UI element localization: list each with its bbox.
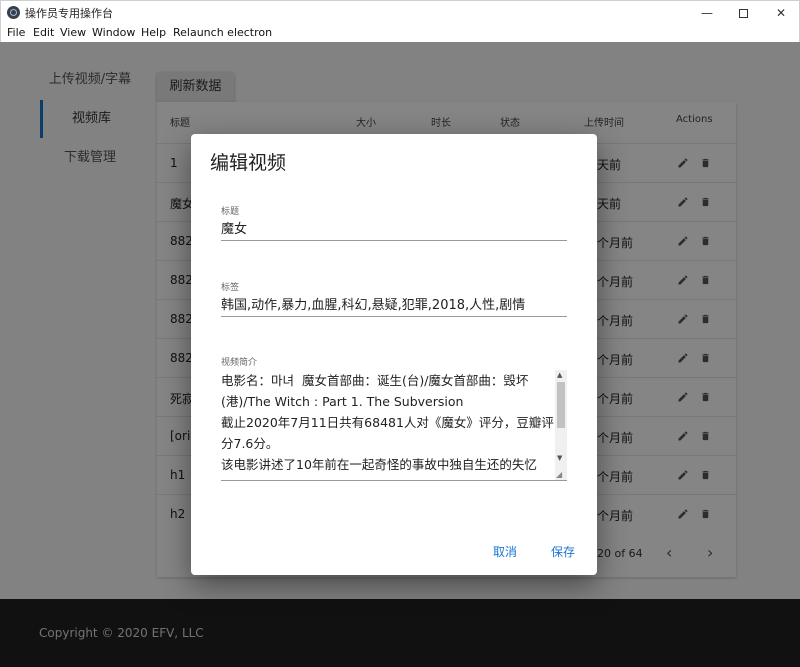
tags-input[interactable] xyxy=(221,293,567,317)
menu-relaunch-electron[interactable]: Relaunch electron xyxy=(173,26,272,39)
maximize-icon xyxy=(738,9,748,18)
scroll-down-arrow-icon[interactable]: ▼ xyxy=(557,454,562,462)
window-title: 操作员专用操作台 xyxy=(25,7,113,20)
resize-grip-icon[interactable]: ◢ xyxy=(556,470,562,479)
scrollbar-thumb[interactable] xyxy=(557,382,565,428)
menu-view[interactable]: View xyxy=(60,26,86,39)
close-button[interactable]: ✕ xyxy=(761,1,800,25)
description-textarea-wrapper: 电影名：마녀 魔女首部曲：诞生(台)/魔女首部曲：毁坏(港)/The Witch… xyxy=(221,370,567,481)
maximize-button[interactable] xyxy=(723,1,763,25)
menu-bar: File Edit View Window Help Relaunch elec… xyxy=(0,24,800,42)
title-field: 标题 xyxy=(221,204,567,241)
menu-file[interactable]: File xyxy=(7,26,25,39)
tags-field-label: 标签 xyxy=(221,283,240,293)
save-button[interactable]: 保存 xyxy=(551,543,575,560)
window-titlebar: 操作员专用操作台 — ✕ xyxy=(0,0,800,24)
tags-field: 标签 xyxy=(221,280,567,317)
description-field-label: 视频简介 xyxy=(221,358,258,368)
title-field-label: 标题 xyxy=(221,207,240,217)
menu-window[interactable]: Window xyxy=(92,26,135,39)
title-input[interactable] xyxy=(221,217,567,241)
dialog-title: 编辑视频 xyxy=(210,152,287,174)
cancel-button[interactable]: 取消 xyxy=(493,543,517,560)
description-textarea[interactable]: 电影名：마녀 魔女首部曲：诞生(台)/魔女首部曲：毁坏(港)/The Witch… xyxy=(221,370,554,480)
scroll-up-arrow-icon[interactable]: ▲ xyxy=(557,371,562,379)
menu-help[interactable]: Help xyxy=(141,26,166,39)
description-scrollbar[interactable]: ▲ ▼ xyxy=(555,370,567,480)
menu-edit[interactable]: Edit xyxy=(33,26,54,39)
edit-video-dialog: 编辑视频 标题 标签 视频简介 电影名：마녀 魔女首部曲：诞生(台)/魔女首部曲… xyxy=(191,134,597,575)
minimize-button[interactable]: — xyxy=(687,1,727,25)
description-field: 视频简介 电影名：마녀 魔女首部曲：诞生(台)/魔女首部曲：毁坏(港)/The … xyxy=(221,355,567,481)
app-logo-icon xyxy=(7,6,20,19)
